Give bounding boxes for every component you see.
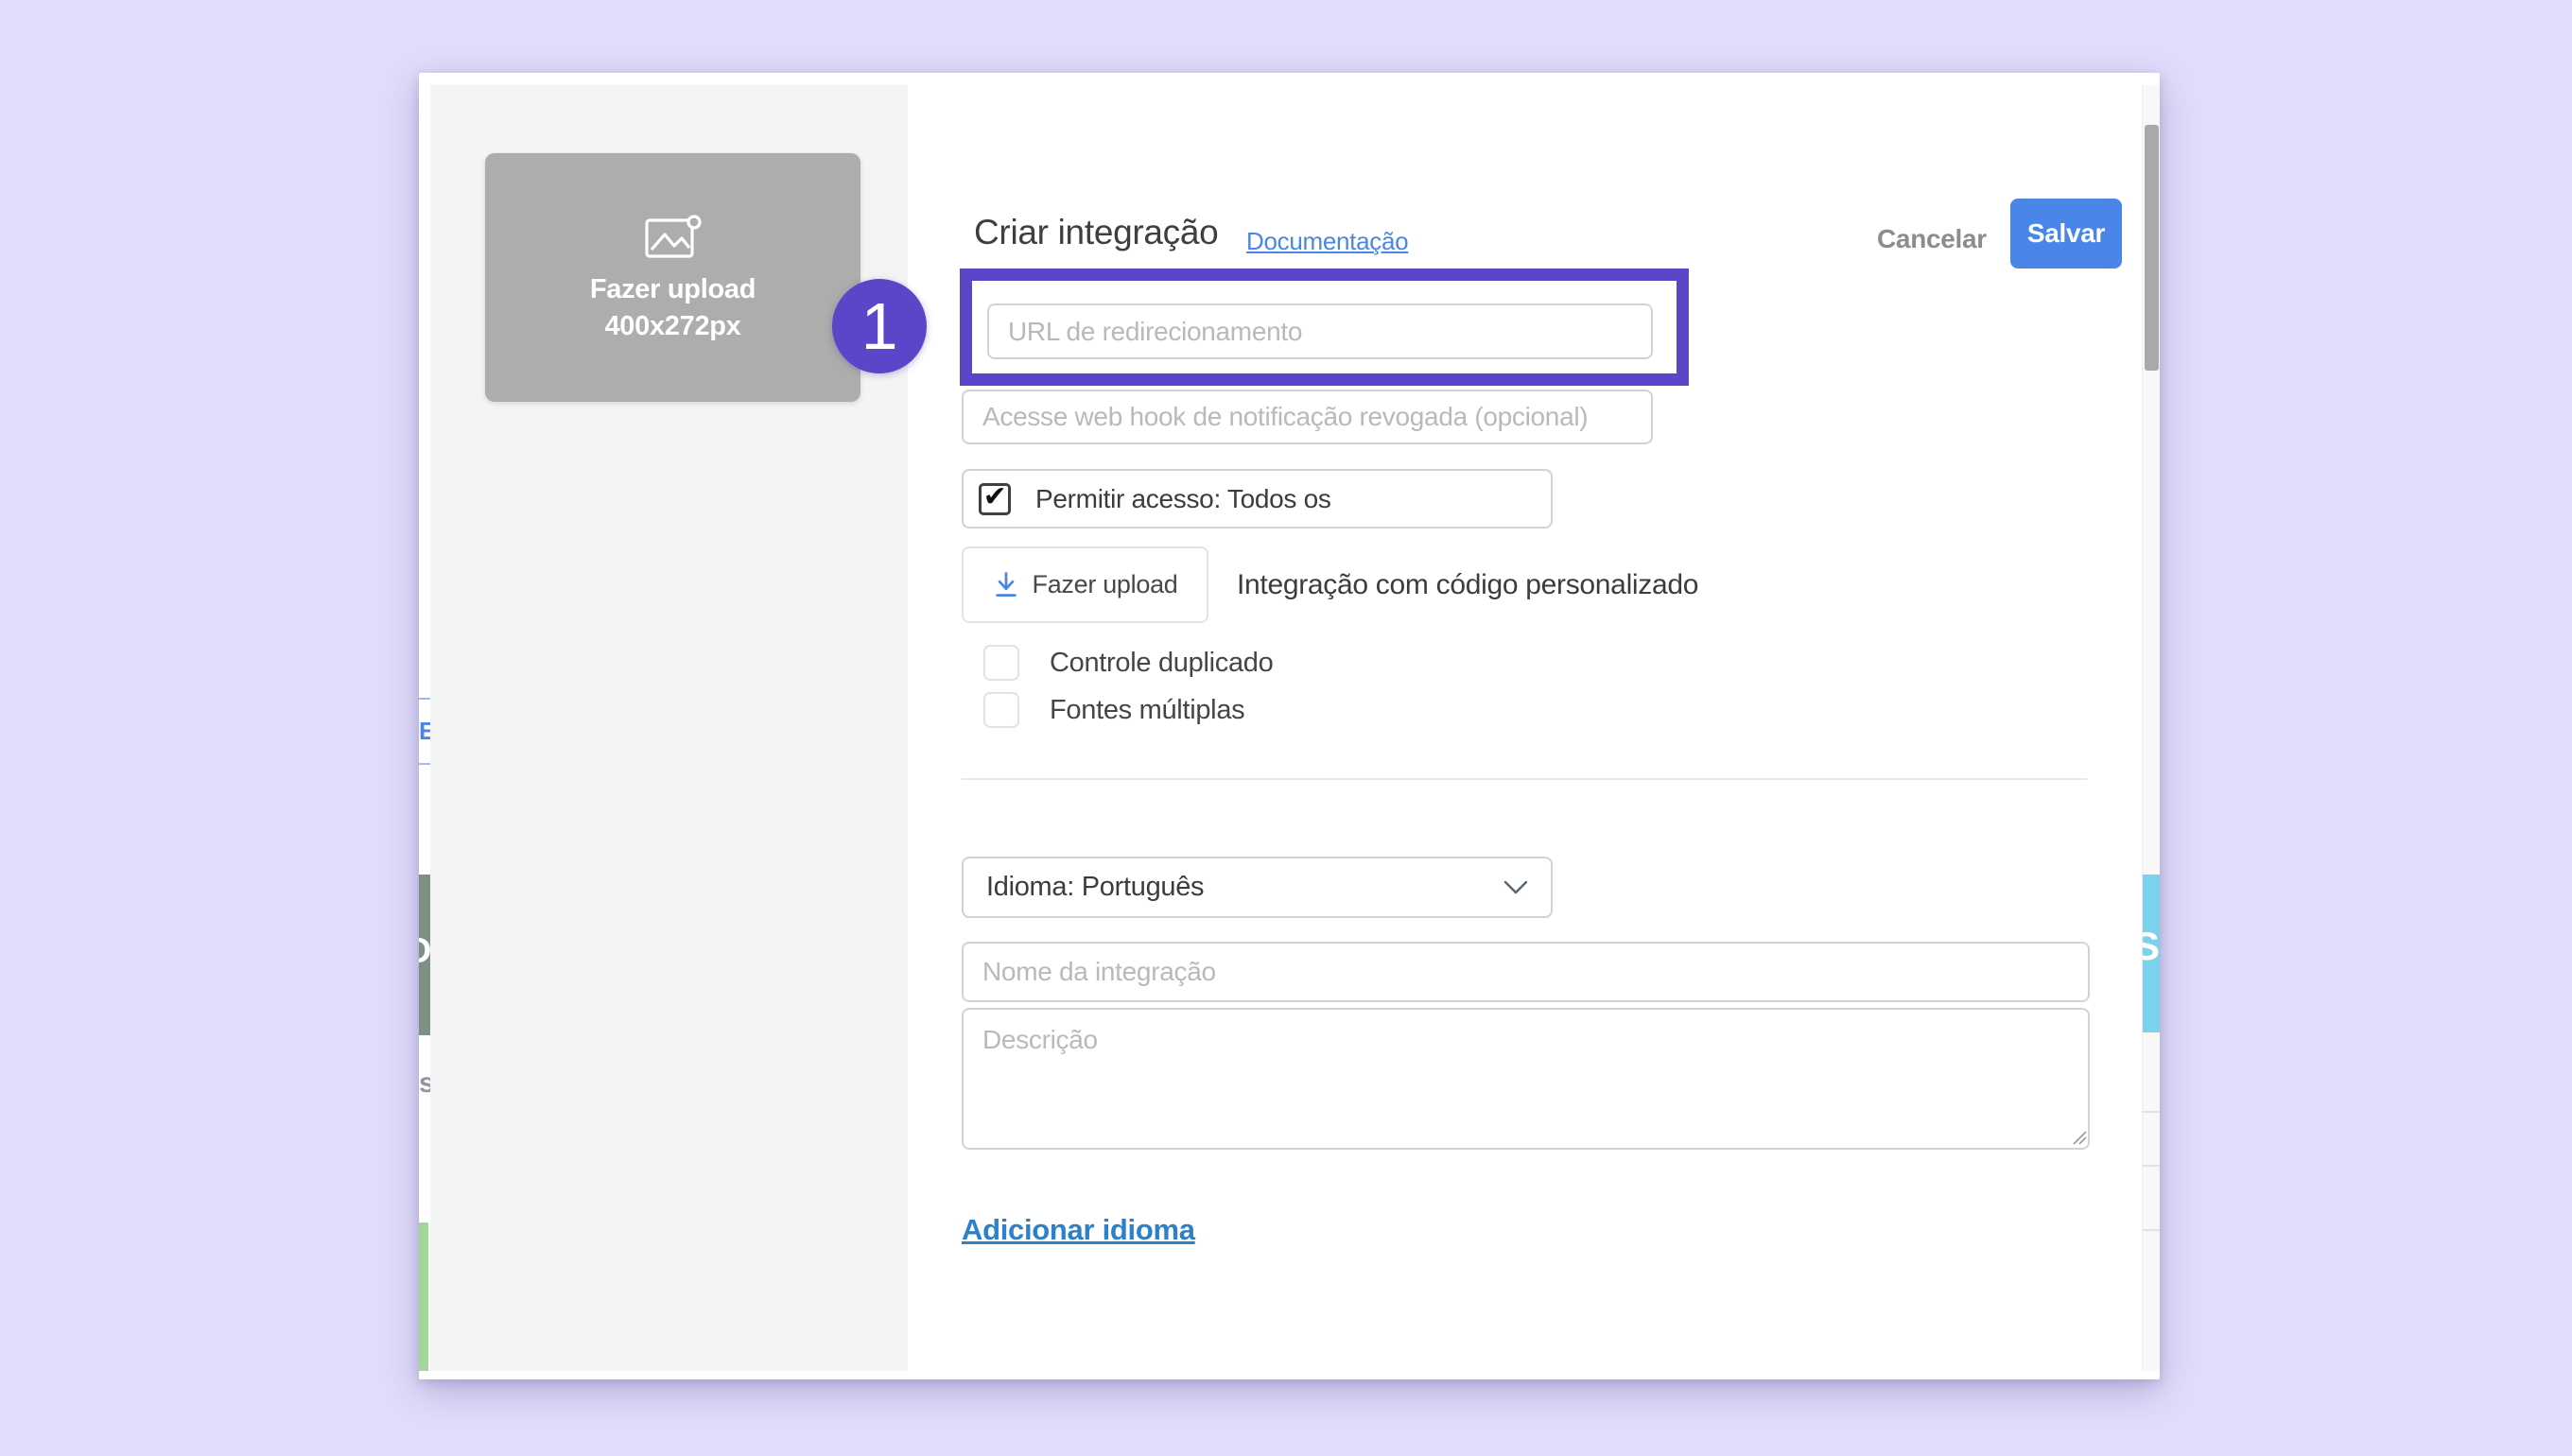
access-checkbox[interactable]: ✔ (979, 480, 1011, 515)
documentation-link[interactable]: Documentação (1246, 227, 1409, 256)
language-select-value: Idioma: Português (986, 872, 1205, 902)
integration-name-input[interactable] (962, 942, 2090, 1002)
edge-link-text-fragment: EI (419, 717, 430, 745)
section-divider (962, 778, 2087, 780)
chevron-down-icon (1503, 880, 1528, 893)
webhook-url-input[interactable] (962, 390, 1653, 444)
background-page-left-edge: EI D s (419, 85, 430, 1371)
duplicate-control-label: Controle duplicado (1050, 648, 1274, 678)
dialog-left-panel: Fazer upload 400x272px (430, 85, 908, 1371)
download-icon (995, 571, 1017, 597)
access-checkbox-label: Permitir acesso: Todos os (1035, 483, 1331, 513)
multiple-sources-label: Fontes múltiplas (1050, 695, 1245, 725)
add-language-link[interactable]: Adicionar idioma (962, 1213, 1195, 1247)
scrollbar-thumb[interactable] (2145, 125, 2159, 371)
step-1-number: 1 (860, 289, 898, 363)
edge-divider-fragment (2143, 1165, 2160, 1167)
cancel-button[interactable]: Cancelar (1877, 224, 1987, 254)
edge-card-letter: D (419, 931, 430, 972)
image-icon (644, 214, 702, 258)
edge-divider-fragment (419, 763, 430, 765)
save-button[interactable]: Salvar (2010, 199, 2122, 269)
upload-placeholder-line2: 400x272px (604, 310, 741, 341)
edge-divider-fragment (419, 698, 430, 700)
upload-code-button[interactable]: Fazer upload (962, 546, 1208, 623)
upload-placeholder-line1: Fazer upload (589, 273, 756, 304)
duplicate-control-checkbox[interactable] (983, 645, 1019, 681)
image-upload-dropzone[interactable]: Fazer upload 400x272px (485, 153, 860, 402)
checkmark-icon: ✔ (982, 480, 1007, 512)
description-textarea[interactable] (962, 1008, 2090, 1150)
edge-divider-fragment (2143, 1229, 2160, 1231)
edge-divider-fragment (2143, 1111, 2160, 1113)
custom-code-label: Integração com código personalizado (1237, 569, 1699, 600)
access-permission-box[interactable]: ✔ Permitir acesso: Todos os (962, 469, 1553, 529)
edge-small-text-fragment: s (419, 1067, 430, 1099)
edge-card-letter: S (2143, 924, 2160, 969)
edge-card-fragment-sage: D (419, 875, 430, 1035)
step-1-badge: 1 (832, 279, 927, 373)
upload-code-button-label: Fazer upload (1032, 570, 1178, 598)
language-select[interactable]: Idioma: Português (962, 857, 1553, 918)
edge-card-fragment-blue: S (2143, 875, 2160, 1032)
redirect-url-input[interactable] (987, 303, 1653, 359)
multiple-sources-checkbox[interactable] (983, 692, 1019, 728)
dialog-title: Criar integração (974, 213, 1219, 251)
app-screenshot-panel: EI D s Fazer upload 400x272px 1 Criar in… (419, 73, 2160, 1379)
scrollbar-track[interactable]: S (2142, 85, 2160, 1371)
edge-card-fragment-green (419, 1222, 428, 1371)
